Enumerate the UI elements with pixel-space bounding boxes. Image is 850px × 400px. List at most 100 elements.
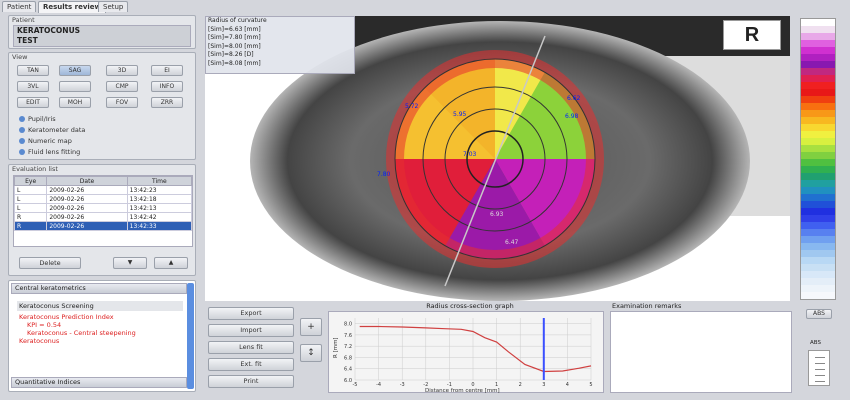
- checkbox-icon: [19, 127, 25, 133]
- y-tick-label: 8.0: [344, 322, 352, 328]
- radius-info-line: [Sim]=8.08 [mm]: [208, 59, 261, 67]
- exam-remarks-textarea[interactable]: [610, 311, 792, 393]
- col-header-eye[interactable]: Eye: [13, 176, 48, 186]
- screening-label: Keratoconus Screening: [17, 301, 183, 311]
- checkbox-icon: [19, 138, 25, 144]
- abs-slider[interactable]: [808, 350, 830, 386]
- x-tick-label: 4: [566, 382, 569, 388]
- option-pupil-iris[interactable]: Pupil/Iris: [19, 115, 56, 123]
- x-tick-label: -5: [353, 382, 358, 388]
- exam-remarks-title: Examination remarks: [612, 302, 682, 310]
- patient-name-box: KERATOCONUS TEST: [13, 25, 191, 47]
- radius-info-line: [Sim]=8.26 [D]: [208, 51, 254, 58]
- radius-graph-title: Radius cross-section graph: [426, 302, 514, 310]
- axis-toggle-button[interactable]: ↕: [300, 344, 322, 362]
- map-value: 6.98: [565, 113, 579, 120]
- color-scale-legend: [800, 18, 836, 300]
- radius-info-title: Radius of curvature: [208, 17, 267, 24]
- y-tick-label: 6.8: [344, 355, 352, 361]
- table-row[interactable]: L 2009-02-26 13:42:13: [13, 203, 193, 213]
- import-button[interactable]: Import: [208, 324, 294, 337]
- map-value: 5.95: [453, 111, 467, 118]
- x-tick-label: 2: [519, 382, 522, 388]
- topography-map-area[interactable]: 5.72 5.95 6.98 7.03 7.80 6.93 6.47 6.62 …: [205, 16, 790, 301]
- patient-panel: Patient KERATOCONUS TEST: [8, 15, 196, 49]
- radius-graph-panel: 8.0 7.6 7.2 6.8 6.4 6.0 -5 -4 -3 -2 -1 0 1 2 3 4 5 R [m…: [328, 311, 604, 394]
- y-tick-label: 6.0: [344, 378, 352, 384]
- ext-fit-button[interactable]: Ext. fit: [208, 358, 294, 371]
- view-button-info[interactable]: INFO: [151, 81, 183, 92]
- graph-y-label: R [mm]: [333, 337, 339, 358]
- checkbox-icon: [19, 149, 25, 155]
- tab-setup[interactable]: Setup: [98, 1, 129, 12]
- radius-graph: 8.07.67.26.86.46.0 -5 -4 -3 -2 -1 0 1 2 3 4 5 R [m…: [333, 318, 593, 394]
- export-button[interactable]: Export: [208, 307, 294, 320]
- keratometrics-panel: Central keratometrics Keratoconus Screen…: [8, 280, 196, 392]
- table-row[interactable]: L 2009-02-26 13:42:18: [13, 194, 193, 204]
- view-button-3vl[interactable]: 3VL: [17, 81, 49, 92]
- view-button-edit[interactable]: EDIT: [17, 97, 49, 108]
- evaluation-table-wrap: Eye Date Time L 2009-02-26 13:42:23 L 2009-…: [13, 175, 193, 247]
- map-value: 6.62: [567, 95, 581, 102]
- view-button-tan[interactable]: TAN: [17, 65, 49, 76]
- radius-info-line: [Sim]=7.80 [mm]: [208, 34, 261, 41]
- zoom-in-button[interactable]: +: [300, 318, 322, 336]
- lens-fit-button[interactable]: Lens fit: [208, 341, 294, 354]
- option-numeric-map[interactable]: Numeric map: [19, 137, 72, 145]
- table-row[interactable]: L 2009-02-26 13:42:23: [13, 185, 193, 195]
- view-button-ei[interactable]: EI: [151, 65, 183, 76]
- move-up-button[interactable]: ▲: [154, 257, 188, 269]
- map-value: 6.47: [505, 239, 519, 246]
- tab-results-review[interactable]: Results review: [38, 1, 107, 13]
- graph-y-ticks: 8.0 7.6 7.2 6.8 6.4 6.0: [344, 322, 352, 384]
- delete-button[interactable]: Delete: [19, 257, 81, 269]
- view-button-sag[interactable]: SAG: [59, 65, 91, 76]
- view-panel: View TAN SAG 3D EI 3VL CMP INFO EDIT MOH…: [8, 52, 196, 160]
- view-button-fov[interactable]: FOV: [106, 97, 138, 108]
- view-button-3d[interactable]: 3D: [106, 65, 138, 76]
- option-keratometer-data[interactable]: Keratometer data: [19, 126, 85, 134]
- map-value: 7.03: [463, 151, 477, 158]
- kpi-line2: KPI = 0.54: [27, 321, 62, 329]
- evaluation-table: Eye Date Time L 2009-02-26 13:42:23 L 2009-…: [13, 176, 193, 231]
- abs-toggle-button[interactable]: ABS: [806, 309, 832, 319]
- keratometrics-header[interactable]: Central keratometrics: [11, 283, 187, 294]
- patient-title: Patient: [12, 16, 35, 24]
- x-tick-label: 5: [589, 382, 592, 388]
- table-row-selected[interactable]: R 2009-02-26 13:42:33: [13, 221, 193, 231]
- slider-tick: [815, 357, 825, 358]
- checkbox-icon: [19, 116, 25, 122]
- y-tick-label: 7.2: [344, 344, 352, 350]
- tab-patient[interactable]: Patient: [2, 1, 37, 12]
- col-header-time[interactable]: Time: [126, 176, 193, 186]
- view-button-cmp[interactable]: CMP: [106, 81, 138, 92]
- view-button-zrr[interactable]: ZRR: [151, 97, 183, 108]
- map-value: 6.93: [490, 211, 504, 218]
- view-button-blank[interactable]: [59, 81, 91, 92]
- patient-name-line1: KERATOCONUS: [17, 26, 81, 35]
- y-tick-label: 7.6: [344, 333, 352, 339]
- evaluation-title: Evaluation list: [12, 165, 58, 173]
- radius-info-line: [Sim]=8.00 [mm]: [208, 42, 261, 50]
- slider-tick: [815, 381, 825, 382]
- print-button[interactable]: Print: [208, 375, 294, 388]
- radius-info-line: [Sim]=6.63 [mm]: [208, 25, 261, 33]
- radius-curve: [359, 325, 592, 373]
- slider-tick: [815, 363, 825, 364]
- move-down-button[interactable]: ▼: [113, 257, 147, 269]
- option-fluid-lens-fitting[interactable]: Fluid lens fitting: [19, 148, 80, 156]
- x-tick-label: -3: [400, 382, 405, 388]
- kpi-line4: Keratoconus: [19, 337, 60, 345]
- map-value: 7.80: [377, 171, 391, 178]
- col-header-date[interactable]: Date: [46, 176, 128, 186]
- quantitative-indices-header[interactable]: Quantitative Indices: [11, 377, 187, 388]
- slider-tick: [815, 375, 825, 376]
- eye-side-label: R: [723, 20, 781, 50]
- view-title: View: [12, 53, 28, 61]
- graph-x-label: Distance from centre [mm]: [425, 388, 500, 394]
- keratometrics-scrollbar[interactable]: [187, 283, 194, 389]
- x-tick-label: 3: [542, 382, 545, 388]
- evaluation-panel: Evaluation list Eye Date Time L 2009-02-2…: [8, 164, 196, 276]
- table-row[interactable]: R 2009-02-26 13:42:42: [13, 212, 193, 222]
- view-button-moh[interactable]: MOH: [59, 97, 91, 108]
